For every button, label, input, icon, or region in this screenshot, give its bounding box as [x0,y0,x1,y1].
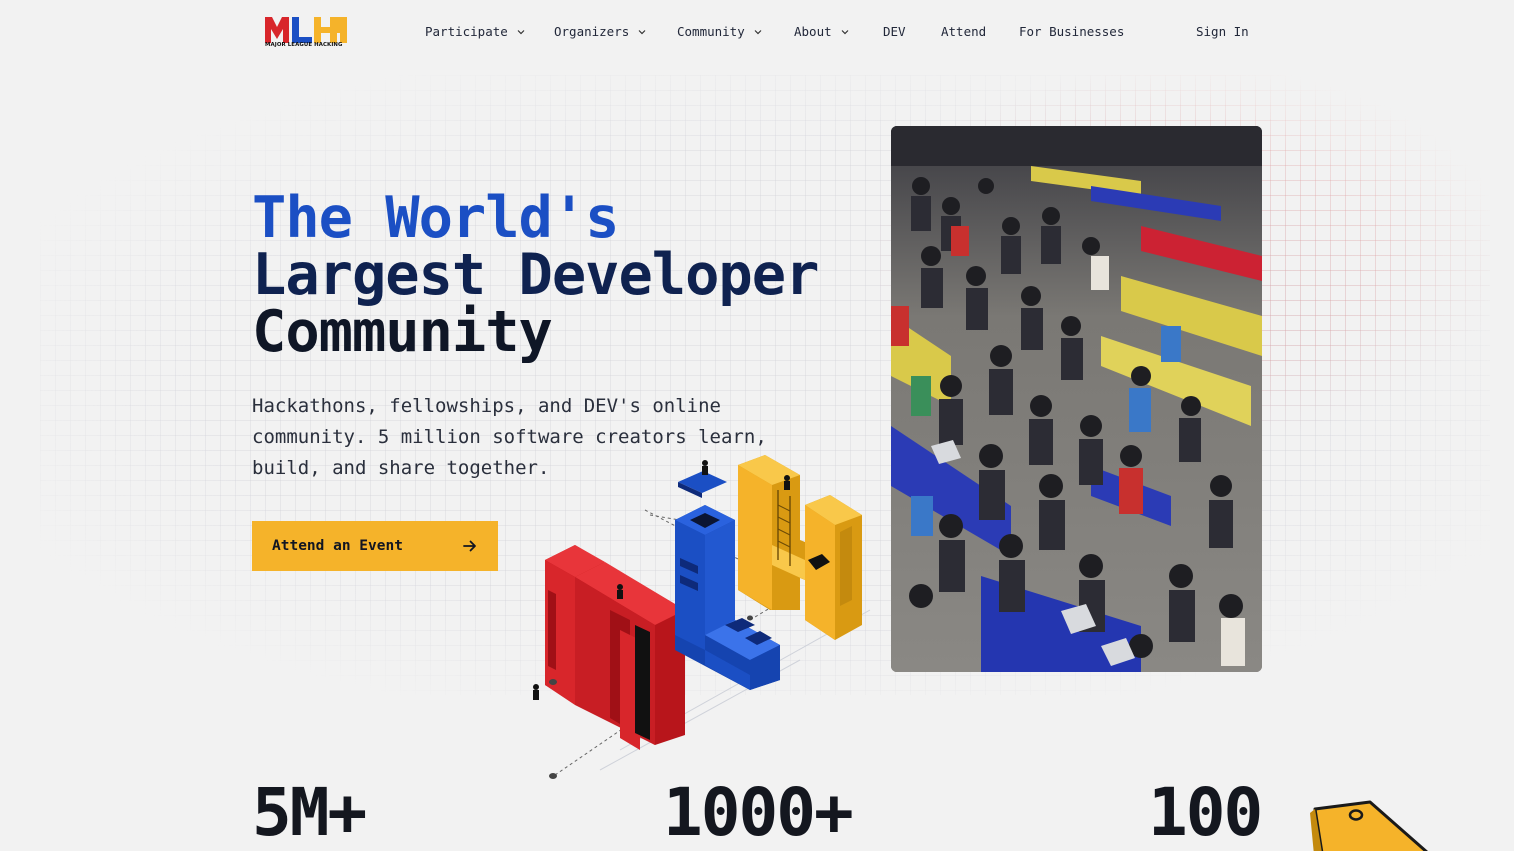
hero-title-line1: The World's [252,185,620,251]
nav-about-label: About [794,24,832,39]
attend-event-button[interactable]: Attend an Event [252,521,498,571]
nav-dev[interactable]: DEV [883,24,906,39]
nav-community-label: Community [677,24,745,39]
hackathon-event-photo [891,126,1262,672]
hero-title: The World's Largest Developer Community [252,190,852,361]
nav-about[interactable]: About [794,24,850,39]
chevron-down-icon [754,29,762,34]
top-navigation: MAJOR LEAGUE HACKING Participate Organiz… [0,0,1514,62]
chevron-down-icon [517,29,525,34]
nav-attend[interactable]: Attend [941,24,986,39]
mlh-logo[interactable]: MAJOR LEAGUE HACKING [264,13,348,51]
nav-participate-label: Participate [425,24,508,39]
stat-events-value: 1000+ [663,774,854,851]
logo-subtext: MAJOR LEAGUE HACKING [265,42,343,48]
nav-attend-label: Attend [941,24,987,39]
attend-event-label: Attend an Event [272,538,403,554]
nav-dev-label: DEV [883,24,906,39]
arrow-right-icon [463,540,476,552]
nav-community[interactable]: Community [677,24,763,39]
sign-in-label: Sign In [1196,24,1249,39]
hackathon-crowd-image [891,126,1262,672]
letter-h-block [738,455,862,640]
nav-for-businesses[interactable]: For Businesses [1019,24,1124,39]
chevron-down-icon [841,29,849,34]
hero-title-line3: Community [252,299,553,365]
sign-in-link[interactable]: Sign In [1196,24,1249,39]
hero-title-line2: Largest Developer [252,242,819,308]
isometric-mlh-illustration [533,455,871,779]
chevron-down-icon [638,29,646,34]
stat-countries-value: 100 [1148,774,1263,851]
nav-for-businesses-label: For Businesses [1019,24,1125,39]
nav-participate[interactable]: Participate [425,24,526,39]
nav-organizers-label: Organizers [554,24,630,39]
letter-m-block [545,545,685,750]
stat-members-value: 5M+ [252,774,367,851]
price-tag-icon [1310,800,1428,851]
nav-organizers[interactable]: Organizers [554,24,647,39]
